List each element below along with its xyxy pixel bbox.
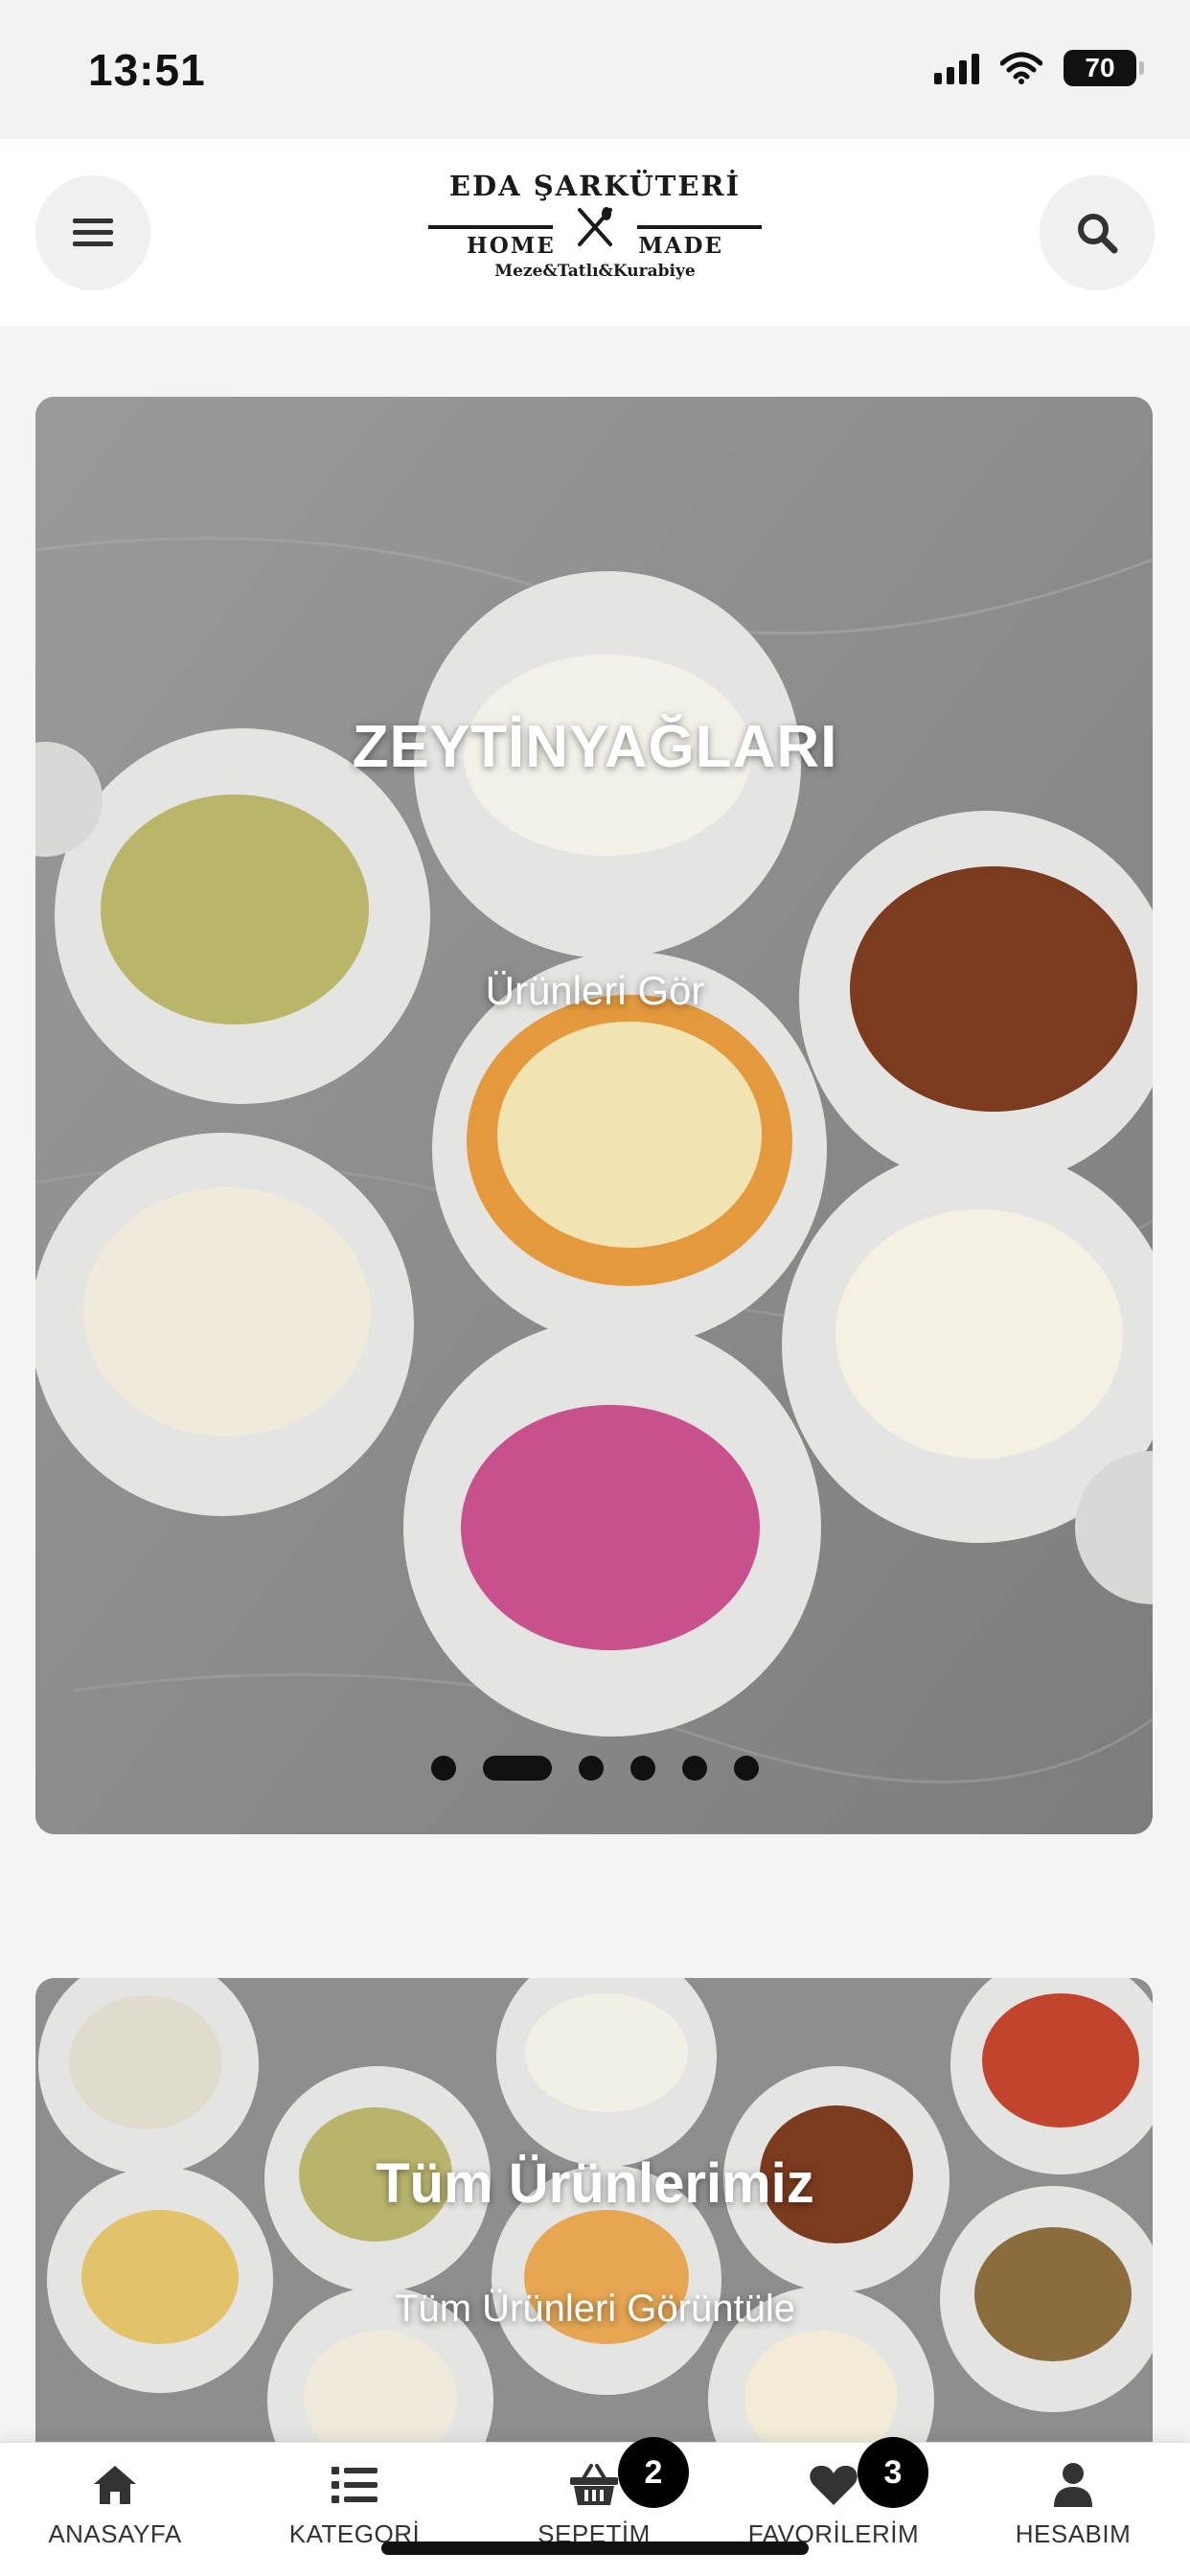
status-bar: 13:51 70 — [0, 0, 1190, 139]
status-time: 13:51 — [88, 45, 206, 95]
status-icons: 70 — [934, 50, 1144, 86]
tab-category[interactable]: KATEGORİ — [259, 2460, 450, 2549]
brand-logo[interactable]: EDA ŞARKÜTERİ HOME MADE Meze&Tatlı&Kurab… — [424, 170, 766, 294]
hero-banner-title: ZEYTİNYAĞLARI — [352, 714, 838, 780]
carousel-dot-active[interactable] — [483, 1756, 552, 1781]
hamburger-menu-icon — [73, 218, 113, 246]
basket-icon — [570, 2464, 618, 2505]
search-icon — [1078, 214, 1118, 254]
favorites-count-badge: 3 — [858, 2437, 928, 2508]
carousel-dot[interactable] — [579, 1756, 604, 1781]
tab-favorites[interactable]: FAVORİLERİM 3 — [738, 2437, 929, 2549]
all-products-banner[interactable] — [35, 1978, 1153, 2515]
carousel-dot[interactable] — [734, 1756, 759, 1781]
home-indicator — [381, 2542, 809, 2555]
meze-plates-photo — [35, 397, 1153, 1834]
cellular-signal-icon — [934, 52, 979, 84]
home-icon — [94, 2466, 136, 2504]
bottom-tab-bar: ANASAYFA KATEGORİ SEPETİM 2 FAVORİLERİM … — [0, 2437, 1190, 2576]
logo-home-word: HOME — [467, 233, 556, 259]
wifi-icon — [1000, 52, 1042, 84]
list-icon — [332, 2467, 378, 2503]
menu-button[interactable] — [35, 175, 150, 290]
carousel-pagination — [0, 1756, 1190, 1781]
all-products-photo — [35, 1978, 1153, 2515]
app-header: EDA ŞARKÜTERİ HOME MADE Meze&Tatlı&Kurab… — [0, 139, 1190, 326]
cart-count-badge: 2 — [618, 2437, 689, 2508]
logo-made-word: MADE — [638, 233, 723, 259]
carousel-dot[interactable] — [630, 1756, 655, 1781]
tab-account[interactable]: HESABIM — [977, 2460, 1169, 2549]
tab-label-account: HESABIM — [1015, 2519, 1132, 2548]
tab-label-home: ANASAYFA — [48, 2519, 182, 2548]
tab-home[interactable]: ANASAYFA — [19, 2460, 211, 2549]
hero-banner-zeytinyaglari[interactable] — [35, 397, 1153, 1834]
all-products-link[interactable]: Tüm Ürünleri Görüntüle — [0, 2288, 1190, 2331]
carousel-dot[interactable] — [431, 1756, 456, 1781]
tab-cart[interactable]: SEPETİM 2 — [498, 2437, 690, 2549]
all-products-title: Tüm Ürünlerimiz — [376, 2152, 814, 2215]
carousel-dot[interactable] — [682, 1756, 707, 1781]
hero-banner-link[interactable]: Ürünleri Gör — [0, 968, 1190, 1014]
logo-divider: HOME MADE — [424, 204, 766, 259]
logo-tagline: Meze&Tatlı&Kurabiye — [494, 262, 696, 281]
heart-icon — [810, 2465, 858, 2505]
logo-brand-name: EDA ŞARKÜTERİ — [448, 170, 742, 202]
user-icon — [1054, 2463, 1092, 2507]
search-button[interactable] — [1040, 175, 1155, 290]
fork-knife-icon — [578, 207, 612, 246]
battery-indicator: 70 — [1064, 50, 1144, 86]
